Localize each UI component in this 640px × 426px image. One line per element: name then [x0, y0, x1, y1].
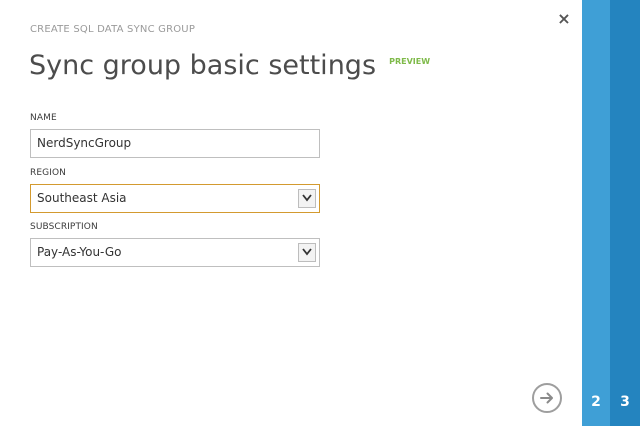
page-title: Sync group basic settings: [29, 50, 377, 81]
subscription-select[interactable]: Pay-As-You-Go: [30, 238, 320, 267]
close-icon[interactable]: ×: [556, 10, 572, 28]
name-label: NAME: [30, 113, 57, 123]
wizard-content: CREATE SQL DATA SYNC GROUP Sync group ba…: [0, 0, 582, 426]
preview-badge: PREVIEW: [389, 57, 431, 66]
chevron-down-icon: [302, 194, 312, 202]
wizard-steps: 2 3: [582, 0, 640, 426]
step-2[interactable]: 2: [582, 0, 610, 426]
arrow-right-icon: [540, 392, 553, 404]
subscription-dropdown-button[interactable]: [298, 243, 316, 262]
next-button[interactable]: [532, 383, 562, 413]
chevron-down-icon: [302, 248, 312, 256]
subscription-label: SUBSCRIPTION: [30, 222, 98, 232]
region-select[interactable]: Southeast Asia: [30, 184, 320, 213]
wizard-supertitle: CREATE SQL DATA SYNC GROUP: [30, 24, 196, 35]
step-3[interactable]: 3: [610, 0, 640, 426]
region-select-value: Southeast Asia: [37, 191, 127, 205]
name-field-value: NerdSyncGroup: [37, 136, 132, 150]
region-label: REGION: [30, 168, 66, 178]
create-sync-group-wizard: CREATE SQL DATA SYNC GROUP Sync group ba…: [0, 0, 640, 426]
region-dropdown-button[interactable]: [298, 189, 316, 208]
step-2-number: 2: [591, 394, 601, 410]
name-field[interactable]: NerdSyncGroup: [30, 129, 320, 158]
subscription-select-value: Pay-As-You-Go: [37, 245, 122, 259]
title-row: Sync group basic settings PREVIEW: [29, 50, 430, 81]
step-3-number: 3: [620, 394, 630, 410]
